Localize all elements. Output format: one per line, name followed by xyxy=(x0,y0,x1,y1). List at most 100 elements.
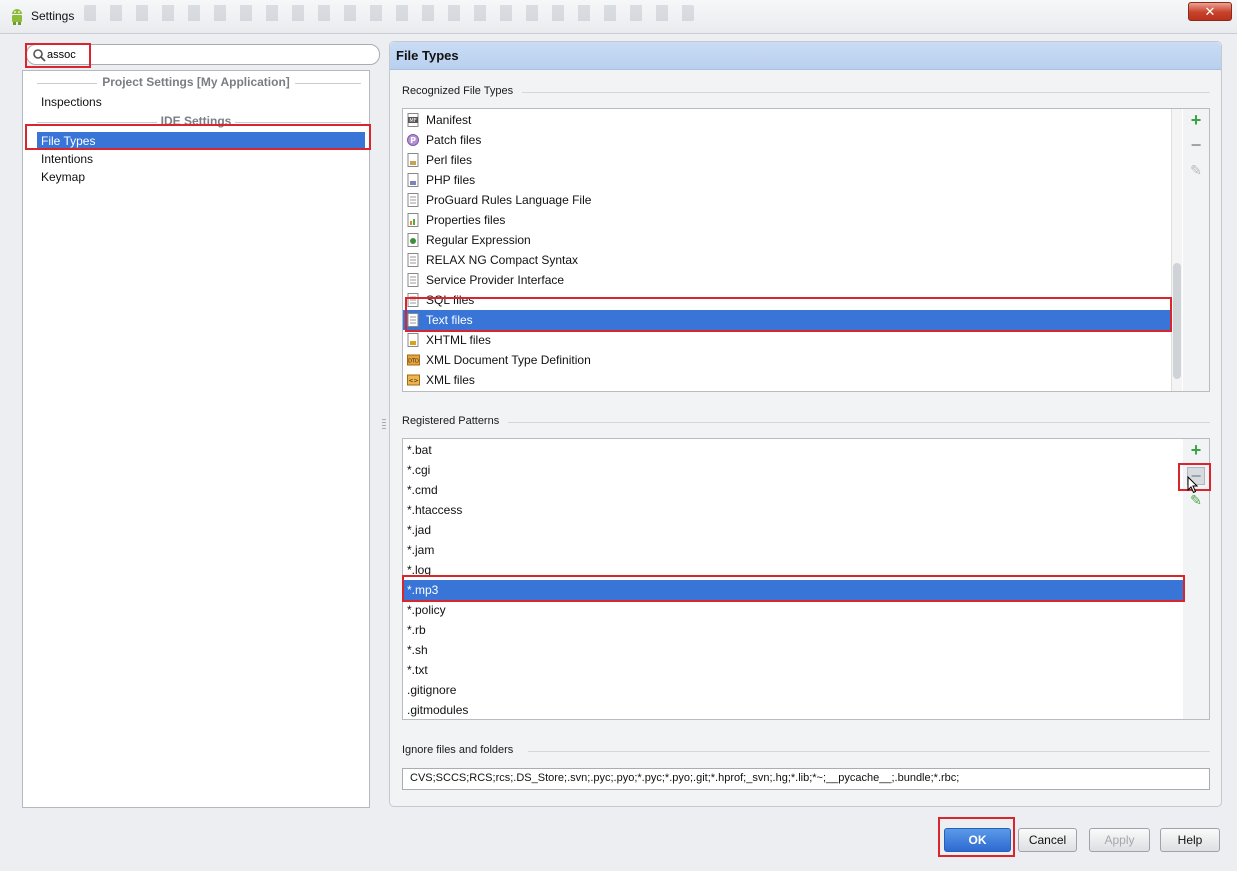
add-file-type-button[interactable]: + xyxy=(1187,111,1205,129)
file-type-label: PHP files xyxy=(426,173,476,187)
pattern-label: *.policy xyxy=(407,603,446,617)
file-type-row[interactable]: SQL files xyxy=(403,290,1171,310)
file-type-row[interactable]: DTD XML Document Type Definition xyxy=(403,350,1171,370)
file-type-label: Service Provider Interface xyxy=(426,273,565,287)
pattern-label: *.bat xyxy=(407,443,432,457)
pattern-row[interactable]: *.bat xyxy=(403,440,1183,460)
pattern-row[interactable]: *.jad xyxy=(403,520,1183,540)
apply-button[interactable]: Apply xyxy=(1089,828,1150,852)
pattern-row[interactable]: .gitmodules xyxy=(403,700,1183,719)
recognized-file-types-list[interactable]: MF Manifest P Patch files Perl files PHP file… xyxy=(402,108,1210,392)
file-type-label: Text files xyxy=(426,313,473,327)
file-type-label: Regular Expression xyxy=(426,233,531,247)
recognized-file-types-label: Recognized File Types xyxy=(402,85,1210,97)
file-types-panel: File Types Recognized File Types MF Manif… xyxy=(389,41,1222,807)
cancel-button[interactable]: Cancel xyxy=(1018,828,1077,852)
nav-item-file-types[interactable]: File Types xyxy=(37,132,365,150)
pattern-label: *.txt xyxy=(407,663,428,677)
file-type-label: Patch files xyxy=(426,133,482,147)
panel-title: File Types xyxy=(390,42,1221,70)
svg-text:<>: <> xyxy=(408,378,418,385)
window-title: Settings xyxy=(31,9,75,23)
sql-file-icon xyxy=(407,293,419,307)
ignore-files-input[interactable]: CVS;SCCS;RCS;rcs;.DS_Store;.svn;.pyc;.py… xyxy=(402,768,1210,790)
group-header-ide: IDE Settings xyxy=(23,114,369,130)
svg-text:MF: MF xyxy=(409,118,416,124)
pattern-label: *.cgi xyxy=(407,463,431,477)
edit-file-type-button[interactable]: ✎ xyxy=(1187,161,1205,179)
file-type-label: Perl files xyxy=(426,153,473,167)
xhtml-icon xyxy=(407,333,419,347)
file-type-row[interactable]: PHP files xyxy=(403,170,1171,190)
pattern-label: *.htaccess xyxy=(407,503,463,517)
pattern-row[interactable]: *.mp3 xyxy=(403,580,1183,600)
file-type-label: Manifest xyxy=(426,113,472,127)
pattern-row[interactable]: *.policy xyxy=(403,600,1183,620)
registered-patterns-label: Registered Patterns xyxy=(402,415,1210,427)
file-type-row[interactable]: MF Manifest xyxy=(403,110,1171,130)
nav-item-keymap[interactable]: Keymap xyxy=(37,168,365,186)
file-type-row[interactable]: P Patch files xyxy=(403,130,1171,150)
regex-icon xyxy=(407,233,419,247)
pattern-row[interactable]: .gitignore xyxy=(403,680,1183,700)
ok-button[interactable]: OK xyxy=(944,828,1011,852)
file-type-row[interactable]: ProGuard Rules Language File xyxy=(403,190,1171,210)
dtd-icon: DTD xyxy=(407,354,420,366)
pattern-row[interactable]: *.log xyxy=(403,560,1183,580)
text-file-icon xyxy=(407,313,419,327)
window-close-button[interactable]: ✕ xyxy=(1188,2,1232,21)
pattern-row[interactable]: *.txt xyxy=(403,660,1183,680)
recognized-scrollbar[interactable] xyxy=(1171,109,1182,391)
file-type-label: XML files xyxy=(426,373,475,387)
document-icon xyxy=(407,273,419,287)
search-input[interactable] xyxy=(47,47,367,62)
pattern-row[interactable]: *.jam xyxy=(403,540,1183,560)
file-type-row[interactable]: Properties files xyxy=(403,210,1171,230)
properties-icon xyxy=(407,213,419,227)
file-type-label: ProGuard Rules Language File xyxy=(426,193,592,207)
file-type-row[interactable]: RELAX NG Compact Syntax xyxy=(403,250,1171,270)
android-app-icon xyxy=(12,9,22,25)
file-type-row[interactable]: <> XML files xyxy=(403,370,1171,390)
file-type-label: RELAX NG Compact Syntax xyxy=(426,253,579,267)
background-toolbar xyxy=(84,5,694,21)
title-bar: Settings ✕ xyxy=(0,0,1237,34)
pattern-row[interactable]: *.cmd xyxy=(403,480,1183,500)
settings-tree: Project Settings [My Application] Inspec… xyxy=(22,70,370,808)
file-type-row[interactable]: Service Provider Interface xyxy=(403,270,1171,290)
ignore-files-label: Ignore files and folders xyxy=(402,744,1210,756)
file-type-label: SQL files xyxy=(426,293,475,307)
file-type-label: XHTML files xyxy=(426,333,491,347)
document-icon xyxy=(407,193,419,207)
pattern-label: *.jam xyxy=(407,543,435,557)
pattern-label: .gitignore xyxy=(407,683,457,697)
pattern-label: *.sh xyxy=(407,643,428,657)
file-type-row[interactable]: XHTML files xyxy=(403,330,1171,350)
group-header-project: Project Settings [My Application] xyxy=(23,75,369,91)
php-file-icon xyxy=(407,173,419,187)
recognized-scrollbar-thumb[interactable] xyxy=(1173,263,1181,379)
nav-item-inspections[interactable]: Inspections xyxy=(37,93,365,111)
document-icon xyxy=(407,253,419,267)
mouse-cursor-icon xyxy=(1187,476,1199,494)
pattern-row[interactable]: *.rb xyxy=(403,620,1183,640)
nav-item-intentions[interactable]: Intentions xyxy=(37,150,365,168)
splitter-handle[interactable] xyxy=(382,419,386,431)
file-type-label: Properties files xyxy=(426,213,506,227)
file-type-row[interactable]: Perl files xyxy=(403,150,1171,170)
patch-icon: P xyxy=(407,134,419,146)
add-pattern-button[interactable]: + xyxy=(1187,441,1205,459)
pattern-row[interactable]: *.cgi xyxy=(403,460,1183,480)
file-type-row[interactable]: Text files xyxy=(403,310,1171,330)
svg-text:P: P xyxy=(410,136,416,145)
file-type-row[interactable]: Regular Expression xyxy=(403,230,1171,250)
registered-patterns-list[interactable]: *.bat *.cgi *.cmd *.htaccess *.jad *.jam *.log… xyxy=(402,438,1210,720)
remove-file-type-button[interactable]: − xyxy=(1187,136,1205,154)
pattern-row[interactable]: *.htaccess xyxy=(403,500,1183,520)
xml-file-icon: <> xyxy=(407,374,420,386)
pattern-label: *.mp3 xyxy=(407,583,439,597)
settings-search-box[interactable] xyxy=(26,44,380,65)
help-button[interactable]: Help xyxy=(1160,828,1220,852)
svg-text:DTD: DTD xyxy=(408,359,419,365)
pattern-row[interactable]: *.sh xyxy=(403,640,1183,660)
